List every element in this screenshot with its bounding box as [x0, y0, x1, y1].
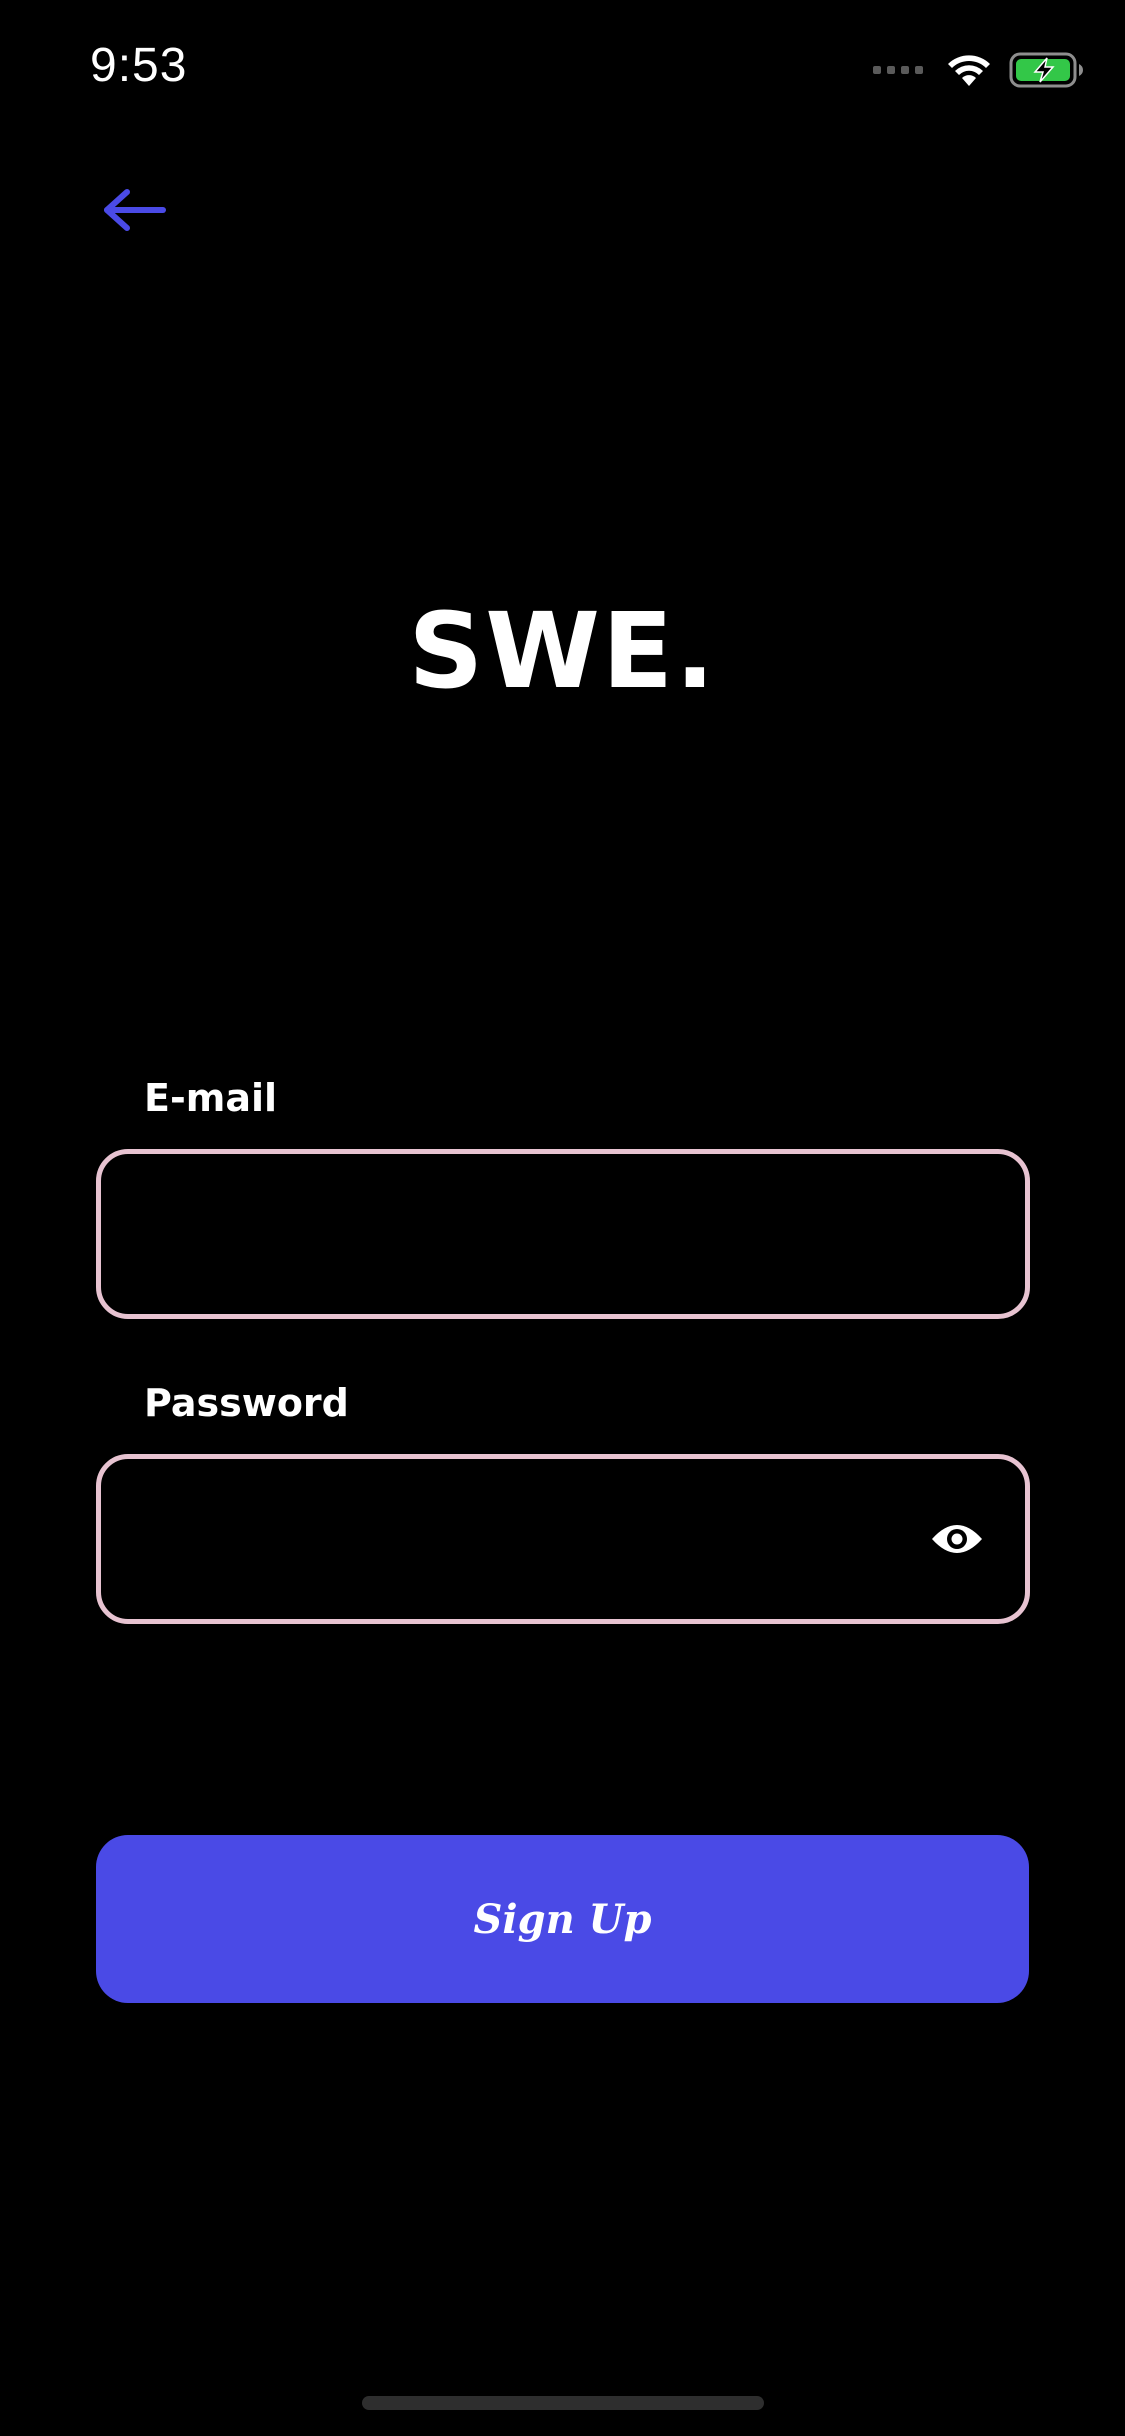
app-logo: SWE. — [408, 590, 717, 712]
password-field[interactable] — [141, 1459, 905, 1621]
status-time: 9:53 — [90, 39, 188, 92]
show-password-button[interactable] — [929, 1511, 985, 1567]
status-icons — [873, 50, 1085, 90]
eye-icon — [932, 1525, 982, 1553]
email-field[interactable] — [141, 1154, 905, 1316]
email-label: E-mail — [144, 1076, 278, 1120]
back-button[interactable] — [100, 180, 170, 240]
email-field-container — [96, 1149, 1030, 1319]
sign-up-label: Sign Up — [473, 1895, 652, 1943]
battery-charging-icon — [1009, 52, 1083, 88]
password-label: Password — [144, 1381, 349, 1425]
wifi-icon — [948, 55, 990, 86]
password-field-container — [96, 1454, 1030, 1624]
cellular-signal-icon — [873, 66, 923, 74]
home-indicator[interactable] — [362, 2396, 764, 2410]
arrow-left-icon — [104, 189, 166, 231]
sign-up-button[interactable]: Sign Up — [96, 1835, 1029, 2003]
